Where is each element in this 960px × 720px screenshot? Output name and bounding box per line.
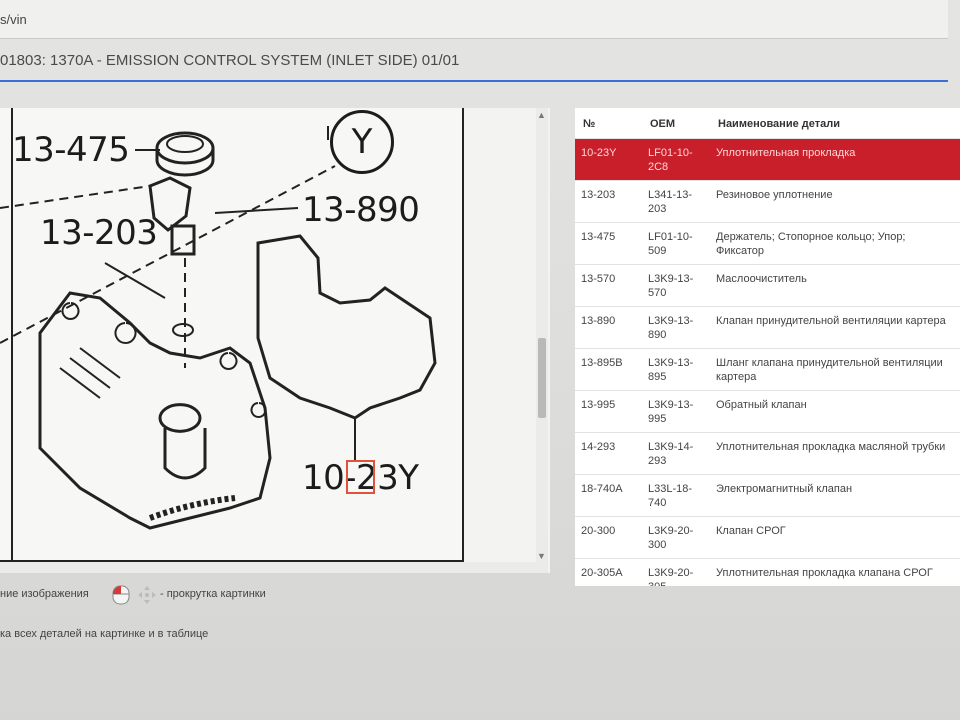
table-row[interactable]: 14-293 L3K9-14-293 Уплотнительная прокла… bbox=[575, 432, 960, 475]
cell-number: 10-23Y bbox=[581, 147, 617, 159]
table-row[interactable]: 18-740A L33L-18-740 Электромагнитный кла… bbox=[575, 474, 960, 517]
selection-highlight bbox=[346, 460, 375, 494]
col-oem[interactable]: OEM bbox=[650, 118, 675, 130]
table-row[interactable]: 13-475 LF01-10-509 Держатель; Стопорное … bbox=[575, 222, 960, 265]
cell-oem: L341-13-203 bbox=[648, 189, 693, 215]
hint-zoom: ние изображения bbox=[0, 588, 89, 600]
cell-number: 20-300 bbox=[581, 525, 616, 537]
screen: s/vin 01803: 1370A - EMISSION CONTROL SY… bbox=[0, 0, 960, 720]
cell-number: 13-475 bbox=[581, 231, 616, 243]
cell-number: 13-203 bbox=[581, 189, 616, 201]
table-row[interactable]: 10-23Y LF01-10-2C8 Уплотнительная прокла… bbox=[575, 138, 960, 181]
scrollbar-thumb[interactable] bbox=[538, 338, 546, 418]
cell-number: 13-890 bbox=[581, 315, 616, 327]
cell-part-name: Маслоочиститель bbox=[716, 273, 807, 285]
mouse-icon bbox=[112, 585, 130, 605]
horizontal-scrollbar[interactable] bbox=[0, 562, 536, 573]
parts-table: № OEM Наименование детали 10-23Y LF01-10… bbox=[575, 108, 960, 586]
table-row[interactable]: 20-305A L3K9-20-305 Уплотнительная прокл… bbox=[575, 558, 960, 586]
cell-number: 13-570 bbox=[581, 273, 616, 285]
table-row[interactable]: 13-995 L3K9-13-995 Обратный клапан bbox=[575, 390, 960, 433]
table-row[interactable]: 13-890 L3K9-13-890 Клапан принудительной… bbox=[575, 306, 960, 349]
move-arrows-icon bbox=[138, 586, 156, 604]
table-row[interactable]: 13-203 L341-13-203 Резиновое уплотнение bbox=[575, 180, 960, 223]
cell-part-name: Держатель; Стопорное кольцо; Упор; Фикса… bbox=[716, 231, 906, 257]
cell-part-name: Уплотнительная прокладка клапана СРОГ bbox=[716, 567, 933, 579]
cell-oem: LF01-10-2C8 bbox=[648, 147, 693, 173]
hint-scroll: - прокрутка картинки bbox=[160, 588, 266, 600]
cell-number: 14-293 bbox=[581, 441, 616, 453]
scroll-up-icon[interactable]: ▲ bbox=[537, 110, 546, 120]
col-number[interactable]: № bbox=[583, 118, 595, 130]
vertical-scrollbar[interactable]: ▲ ▼ bbox=[536, 108, 548, 573]
browser-bar: s/vin bbox=[0, 0, 948, 39]
callout-13-475[interactable]: 13-475 bbox=[12, 130, 130, 170]
table-row[interactable]: 13-570 L3K9-13-570 Маслоочиститель bbox=[575, 264, 960, 307]
cell-number: 20-305A bbox=[581, 567, 623, 579]
cell-part-name: Уплотнительная прокладка масляной трубки bbox=[716, 441, 946, 453]
col-part-name[interactable]: Наименование детали bbox=[718, 118, 840, 130]
page-header: 01803: 1370A - EMISSION CONTROL SYSTEM (… bbox=[0, 40, 948, 82]
cell-oem: L3K9-20-305 bbox=[648, 567, 694, 586]
page-title: 01803: 1370A - EMISSION CONTROL SYSTEM (… bbox=[0, 52, 460, 69]
cell-oem: L3K9-13-570 bbox=[648, 273, 694, 299]
cell-oem: L33L-18-740 bbox=[648, 483, 693, 509]
cell-part-name: Электромагнитный клапан bbox=[716, 483, 853, 495]
cell-number: 13-995 bbox=[581, 399, 616, 411]
callout-y-circle: Y bbox=[330, 110, 394, 174]
cell-part-name: Уплотнительная прокладка bbox=[716, 147, 856, 159]
cell-oem: L3K9-13-895 bbox=[648, 357, 694, 383]
cell-oem: L3K9-13-995 bbox=[648, 399, 694, 425]
cell-number: 18-740A bbox=[581, 483, 623, 495]
callout-13-890[interactable]: 13-890 bbox=[302, 190, 420, 230]
cell-oem: L3K9-13-890 bbox=[648, 315, 694, 341]
cell-number: 13-895B bbox=[581, 357, 623, 369]
cell-part-name: Шланг клапана принудительной вентиляции … bbox=[716, 357, 943, 383]
cell-part-name: Резиновое уплотнение bbox=[716, 189, 833, 201]
cell-part-name: Клапан СРОГ bbox=[716, 525, 786, 537]
cell-oem: L3K9-20-300 bbox=[648, 525, 694, 551]
hint-select: ка всех деталей на картинке и в таблице bbox=[0, 628, 209, 640]
cell-oem: LF01-10-509 bbox=[648, 231, 693, 257]
cell-part-name: Обратный клапан bbox=[716, 399, 807, 411]
table-row[interactable]: 20-300 L3K9-20-300 Клапан СРОГ bbox=[575, 516, 960, 559]
scroll-down-icon[interactable]: ▼ bbox=[537, 551, 546, 561]
address-url[interactable]: s/vin bbox=[0, 12, 27, 27]
cell-part-name: Клапан принудительной вентиляции картера bbox=[716, 315, 946, 327]
diagram-frame[interactable]: 13-475 13-203 13-890 Y 10-23Y bbox=[0, 108, 464, 562]
table-row[interactable]: 13-895B L3K9-13-895 Шланг клапана принуд… bbox=[575, 348, 960, 391]
table-header: № OEM Наименование детали bbox=[575, 108, 960, 138]
cell-oem: L3K9-14-293 bbox=[648, 441, 694, 467]
callout-13-203[interactable]: 13-203 bbox=[40, 213, 158, 253]
diagram-panel[interactable]: 13-475 13-203 13-890 Y 10-23Y ▲ ▼ bbox=[0, 108, 550, 573]
